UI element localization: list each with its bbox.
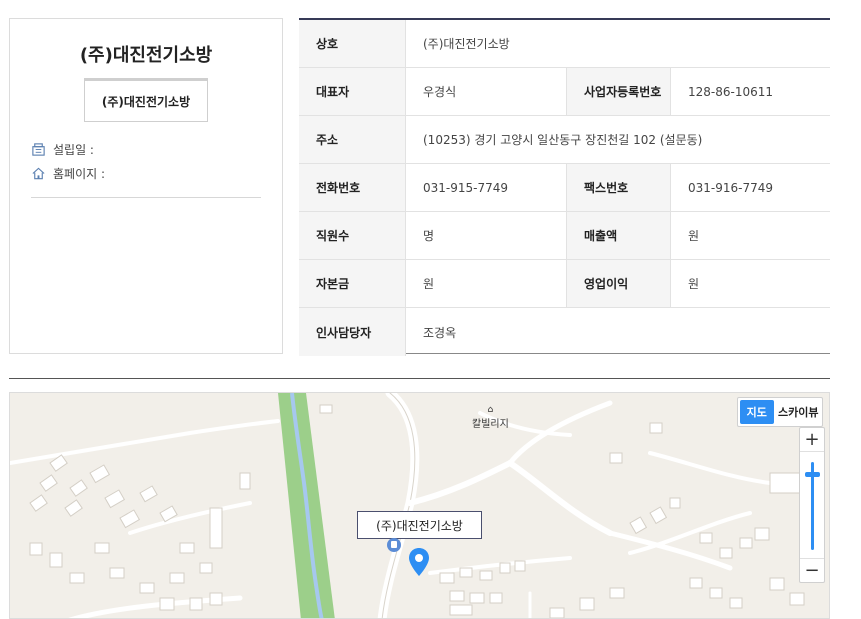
homepage-label: 홈페이지 : [53,166,106,181]
value-cell: 031-916-7749 [688,180,774,195]
bus-stop-icon[interactable] [386,537,402,553]
company-name: (주)대진전기소방 [79,45,213,66]
founded-label: 설립일 : [53,142,94,157]
skyview-button[interactable]: 스카이뷰 [777,400,820,424]
building-icon [32,142,45,156]
map-type-toggle: 지도 스카이뷰 [737,397,823,427]
zoom-out-button[interactable]: − [800,558,824,582]
header-cell: 전화번호 [299,164,406,211]
header-cell: 인사담당자 [299,308,406,356]
place-name: 칼빌리지 [472,419,509,430]
header-cell: 팩스번호 [566,164,671,211]
table-row: 자본금 원 영업이익 원 [299,260,830,308]
zoom-in-button[interactable]: + [800,428,824,452]
value-cell: (10253) 경기 고양시 일산동구 장진천길 102 (설문동) [423,133,703,147]
header-cell: 매출액 [566,212,671,259]
value-cell: 원 [688,277,700,291]
home-icon [32,167,45,179]
place-label: ⌂ 칼빌리지 [472,405,509,430]
header-cell: 자본금 [299,260,406,307]
section-divider [9,378,830,379]
header-cell: 대표자 [299,68,406,115]
founded-row: 설립일 : [31,137,261,161]
value-cell: (주)대진전기소방 [423,37,510,51]
table-row: 전화번호 031-915-7749 팩스번호 031-916-7749 [299,164,830,212]
homepage-row: 홈페이지 : [31,161,261,185]
table-row: 상호 (주)대진전기소방 [299,20,830,68]
table-row: 직원수 명 매출액 원 [299,212,830,260]
header-cell: 상호 [299,20,406,67]
header-cell: 주소 [299,116,406,163]
map-view-button[interactable]: 지도 [740,400,774,424]
value-cell: 조경옥 [423,325,457,340]
header-cell: 직원수 [299,212,406,259]
table-row: 대표자 우경식 사업자등록번호 128-86-10611 [299,68,830,116]
zoom-slider-handle[interactable] [805,472,820,477]
company-logo: (주)대진전기소방 [84,78,208,122]
value-cell: 128-86-10611 [688,84,774,99]
company-card: (주)대진전기소방 (주)대진전기소방 설립일 : 홈페이지 : [9,18,283,354]
value-cell: 우경식 [423,85,457,99]
value-cell: 명 [423,229,435,243]
value-cell: 031-915-7749 [423,180,509,195]
company-meta-list: 설립일 : 홈페이지 : [31,137,261,198]
map-canvas[interactable] [10,393,830,619]
company-info-table: 상호 (주)대진전기소방 대표자 우경식 사업자등록번호 128-86-1061… [299,18,830,356]
header-cell: 사업자등록번호 [566,68,671,115]
place-marker-icon: ⌂ [487,405,494,415]
table-row: 주소 (10253) 경기 고양시 일산동구 장진천길 102 (설문동) [299,116,830,164]
value-cell: 원 [688,229,700,243]
table-row: 인사담당자 조경옥 [299,308,830,356]
location-map[interactable]: ⌂ 칼빌리지 (주)대진전기소방 지도 스카이뷰 + − [9,392,830,619]
header-cell: 영업이익 [566,260,671,307]
marker-label: (주)대진전기소방 [357,511,482,539]
value-cell: 원 [423,277,435,291]
zoom-control: + − [799,427,825,583]
location-pin-icon[interactable] [408,547,430,577]
